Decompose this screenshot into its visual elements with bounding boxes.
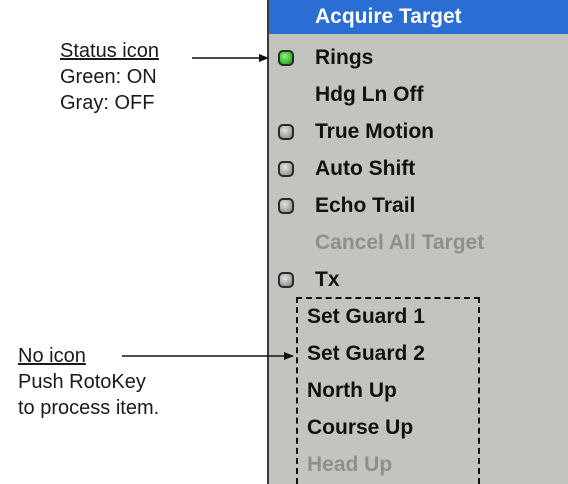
annotation-arrows: [122, 54, 294, 360]
